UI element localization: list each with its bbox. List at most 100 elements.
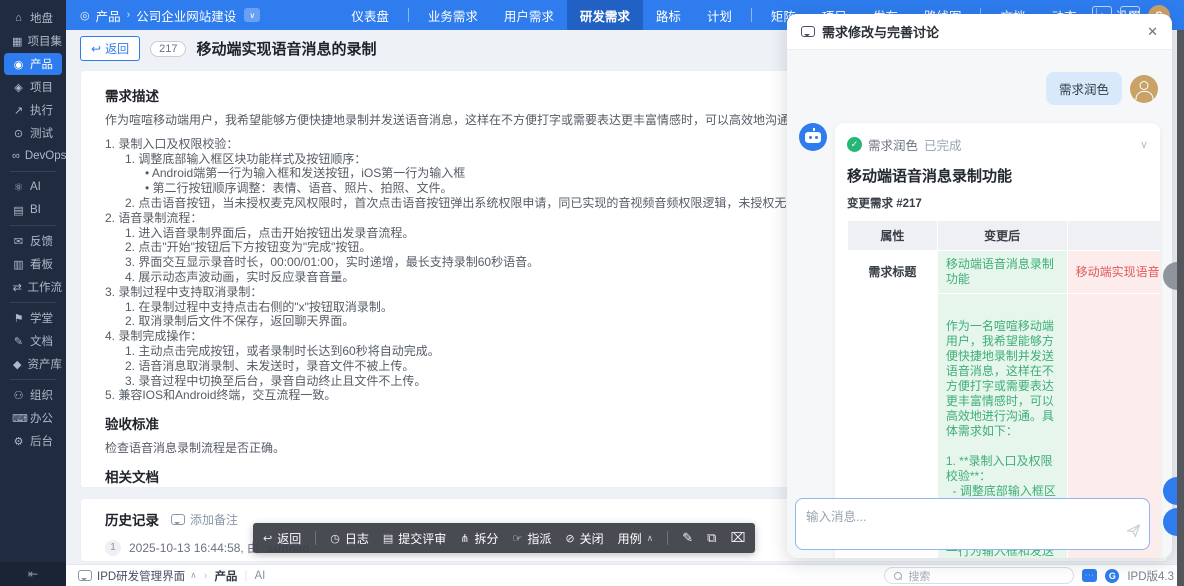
copy-icon[interactable]: ⧉ xyxy=(707,530,716,546)
breadcrumb[interactable]: ◎ 产品 › 公司企业网站建设 ∨ xyxy=(66,6,274,25)
sidebar-item-组织[interactable]: ⚇组织 xyxy=(4,384,62,406)
edit-icon[interactable]: ✎ xyxy=(682,530,693,546)
sidebar-divider xyxy=(10,379,56,380)
breadcrumb-root[interactable]: 产品 xyxy=(96,6,121,25)
sidebar-icon: ◆ xyxy=(12,358,23,371)
close-icon[interactable]: ✕ xyxy=(1147,24,1158,40)
toolbar-icon: ▤ xyxy=(383,532,393,545)
app-caret-icon: ∧ xyxy=(190,570,197,581)
sidebar-item-地盘[interactable]: ⌂ 地盘 xyxy=(4,7,62,29)
sidebar-item-工作流[interactable]: ⇄工作流 xyxy=(4,276,62,298)
toolbar-关闭-button[interactable]: ⊘关闭 xyxy=(565,530,603,547)
zentao-logo: G xyxy=(1105,569,1119,583)
menu-divider xyxy=(408,8,409,22)
sidebar-icon: ⌂ xyxy=(12,12,25,24)
sidebar: ⌂ 地盘 ▦项目集◉产品◈项目 ↗ 执行 ⊙测试∞DevOps ⚛AI▤BI ✉反馈▥看板⇄工… xyxy=(0,0,66,586)
sidebar-icon: ⇄ xyxy=(12,281,23,294)
toolbar-icon: ◷ xyxy=(330,532,340,545)
sidebar-item-执行[interactable]: ↗ 执行 xyxy=(4,99,62,121)
panel-header: 需求修改与完善讨论 ✕ xyxy=(787,14,1172,50)
sidebar-item-DevOps[interactable]: ∞DevOps xyxy=(4,145,62,167)
statusbar-ai-tab[interactable]: AI xyxy=(254,570,265,582)
search-input[interactable]: 搜索 xyxy=(884,567,1074,584)
sidebar-icon: ▦ xyxy=(12,35,23,48)
sidebar-item-label: BI xyxy=(30,204,41,216)
toolbar-label: 用例 xyxy=(618,530,642,547)
statusbar-product-tab[interactable]: 产品 xyxy=(214,568,237,584)
user-message: 需求润色 xyxy=(801,72,1158,105)
sidebar-item-资产库[interactable]: ◆资产库 xyxy=(4,353,62,375)
diff-before-cell: 移动端实现语音消息的录制 xyxy=(1067,251,1160,294)
toolbar-提交评审-button[interactable]: ▤提交评审 xyxy=(383,530,446,547)
history-heading: 历史记录 xyxy=(105,509,159,529)
page-title: 移动端实现语音消息的录制 xyxy=(196,38,376,59)
sidebar-item-测试[interactable]: ⊙测试 xyxy=(4,122,62,144)
top-menu-item-用户需求[interactable]: 用户需求 xyxy=(491,0,567,30)
sidebar-item-AI[interactable]: ⚛AI xyxy=(4,176,62,198)
sidebar-item-label: 执行 xyxy=(30,102,53,118)
toolbar-label: 日志 xyxy=(345,530,369,547)
toolbar-拆分-button[interactable]: ⋔拆分 xyxy=(460,530,498,547)
version-label: IPD版4.3 xyxy=(1127,568,1174,584)
person-icon xyxy=(1140,81,1149,90)
sidebar-item-label: 地盘 xyxy=(30,10,53,26)
sidebar-item-文档[interactable]: ✎文档 xyxy=(4,330,62,352)
toolbar-返回-button[interactable]: ↩返回 xyxy=(263,530,301,547)
requirement-id-badge: 217 xyxy=(150,41,186,57)
sidebar-item-产品[interactable]: ◉产品 xyxy=(4,53,62,75)
send-icon[interactable] xyxy=(1126,523,1141,543)
breadcrumb-project[interactable]: 公司企业网站建设 xyxy=(136,6,236,25)
caret-icon: ∧ xyxy=(647,533,654,544)
top-menu-item-路标[interactable]: 路标 xyxy=(643,0,694,30)
chat-icon[interactable]: ··· xyxy=(1082,569,1097,582)
message-input[interactable]: 输入消息... xyxy=(795,498,1150,550)
sidebar-icon: ⚇ xyxy=(12,389,25,402)
toolbar-指派-button[interactable]: ☞ 指派 xyxy=(513,530,552,547)
top-menu-item-仪表盘[interactable]: 仪表盘 xyxy=(338,0,402,30)
delete-icon[interactable]: ⌧ xyxy=(730,530,745,546)
toolbar-icon: ⊘ xyxy=(565,532,574,545)
page-scrollbar[interactable] xyxy=(1177,30,1184,586)
toolbar-用例-button[interactable]: 用例 ∧ xyxy=(618,530,654,547)
user-message-bubble: 需求润色 xyxy=(1046,72,1122,105)
sidebar-item-label: 学堂 xyxy=(30,310,53,326)
sidebar-item-项目[interactable]: ◈项目 xyxy=(4,76,62,98)
toolbar-divider xyxy=(315,531,316,545)
sidebar-icon: ↗ xyxy=(12,104,25,117)
ai-message: ✓ 需求润色 已完成 ∨ 移动端语音消息录制功能 变更需求 #217 属性 变更… xyxy=(799,123,1160,558)
message-placeholder: 输入消息... xyxy=(806,510,866,524)
add-note-button[interactable]: 添加备注 xyxy=(171,511,238,528)
sidebar-icon: ◉ xyxy=(12,58,25,71)
sidebar-item-项目集[interactable]: ▦项目集 xyxy=(4,30,62,52)
sidebar-icon: ⚙ xyxy=(12,435,25,448)
back-label: 返回 xyxy=(105,40,129,57)
top-menu-item-业务需求[interactable]: 业务需求 xyxy=(415,0,491,30)
app-switcher[interactable]: IPD研发管理界面 ∧ xyxy=(78,568,197,584)
sidebar-item-办公[interactable]: ⌨办公 xyxy=(4,407,62,429)
sidebar-collapse-button[interactable]: ⇤ xyxy=(0,562,66,586)
statusbar-divider: | xyxy=(244,570,247,582)
project-switch-chevron-icon[interactable]: ∨ xyxy=(244,8,260,22)
sidebar-icon: ⊙ xyxy=(12,127,25,140)
sidebar-item-label: 办公 xyxy=(30,410,53,426)
sidebar-item-后台[interactable]: ⚙后台 xyxy=(4,430,62,452)
sidebar-item-反馈[interactable]: ✉反馈 xyxy=(4,230,62,252)
diff-col-attr: 属性 xyxy=(848,221,938,251)
toolbar-日志-button[interactable]: ◷ 日志 xyxy=(330,530,369,547)
sidebar-item-BI[interactable]: ▤BI xyxy=(4,199,62,221)
sidebar-item-label: 看板 xyxy=(30,256,53,272)
history-entry-time: 2025-10-13 16:44:58, 由 xyxy=(129,539,259,556)
sidebar-icon: ⚑ xyxy=(12,312,25,325)
chevron-down-icon[interactable]: ∨ xyxy=(1140,138,1148,151)
location-pin-icon: ◎ xyxy=(80,9,90,22)
toolbar-icon: ↩ xyxy=(263,532,272,545)
sidebar-item-看板[interactable]: ▥看板 xyxy=(4,253,62,275)
sidebar-item-学堂[interactable]: ⚑ 学堂 xyxy=(4,307,62,329)
toolbar-label: 指派 xyxy=(527,530,551,547)
toolbar-icon: ☞ xyxy=(513,532,523,545)
top-menu-item-研发需求[interactable]: 研发需求 xyxy=(567,0,643,30)
ai-task-label: 需求润色 xyxy=(868,135,918,154)
top-menu-item-计划[interactable]: 计划 xyxy=(694,0,745,30)
back-button[interactable]: ↩ 返回 xyxy=(80,36,140,61)
sidebar-item-label: AI xyxy=(30,181,41,193)
